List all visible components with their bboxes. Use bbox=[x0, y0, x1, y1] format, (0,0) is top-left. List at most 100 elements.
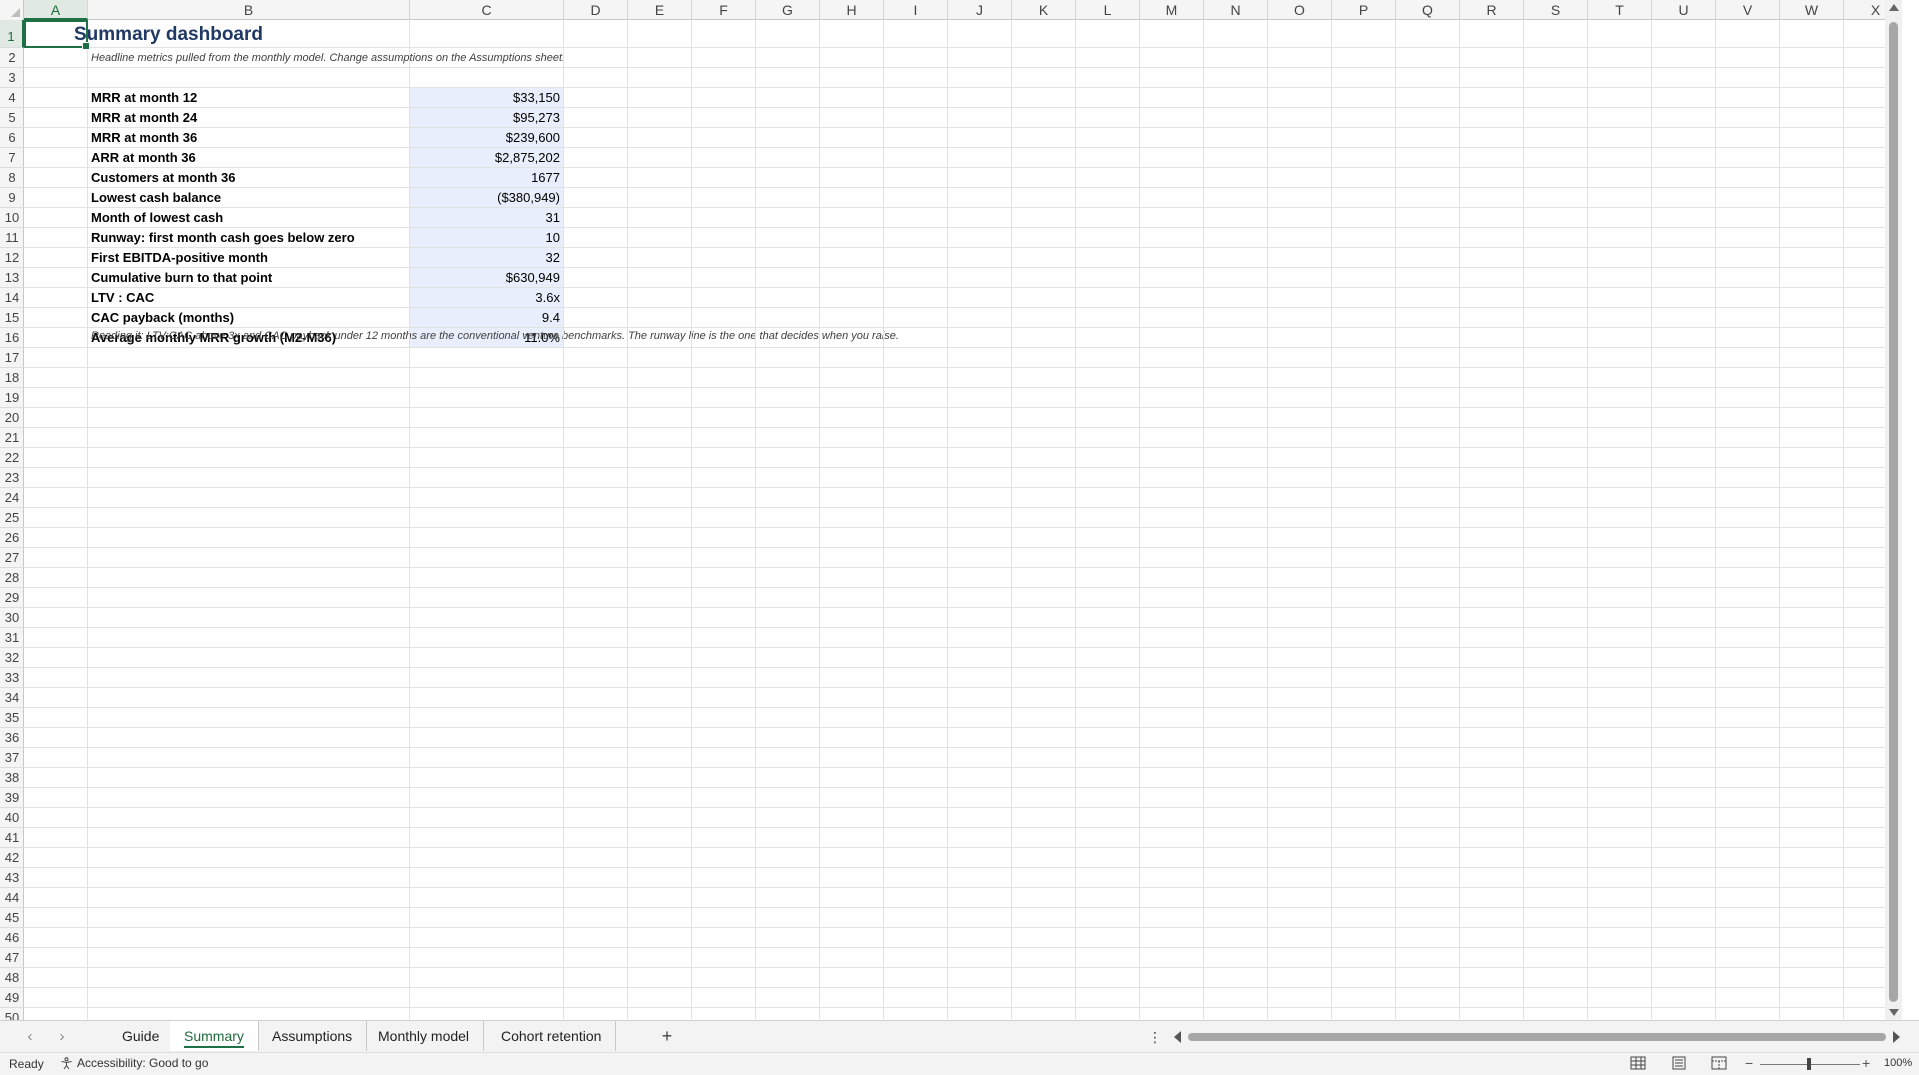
sheet-tab-guide[interactable]: Guide bbox=[108, 1021, 175, 1051]
scroll-down-icon[interactable] bbox=[1889, 1009, 1899, 1016]
metric-value[interactable]: 1677 bbox=[410, 168, 564, 188]
metric-label[interactable]: MRR at month 24 bbox=[91, 108, 197, 128]
scroll-right-icon[interactable] bbox=[1893, 1031, 1900, 1043]
select-all-corner[interactable] bbox=[0, 0, 24, 20]
page-break-view-icon[interactable] bbox=[1711, 1056, 1727, 1071]
column-header-k[interactable]: K bbox=[1012, 0, 1076, 20]
column-header-b[interactable]: B bbox=[88, 0, 410, 20]
vertical-scroll-thumb[interactable] bbox=[1889, 22, 1898, 1002]
normal-view-icon[interactable] bbox=[1630, 1056, 1646, 1071]
row-header-10[interactable]: 10 bbox=[0, 208, 24, 228]
row-header-14[interactable]: 14 bbox=[0, 288, 24, 308]
row-header-11[interactable]: 11 bbox=[0, 228, 24, 248]
metric-value[interactable]: 32 bbox=[410, 248, 564, 268]
row-header-46[interactable]: 46 bbox=[0, 928, 24, 948]
row-header-35[interactable]: 35 bbox=[0, 708, 24, 728]
row-header-18[interactable]: 18 bbox=[0, 368, 24, 388]
page-layout-view-icon[interactable] bbox=[1671, 1056, 1687, 1071]
column-header-t[interactable]: T bbox=[1588, 0, 1652, 20]
metric-label[interactable]: ARR at month 36 bbox=[91, 148, 196, 168]
row-header-40[interactable]: 40 bbox=[0, 808, 24, 828]
column-header-s[interactable]: S bbox=[1524, 0, 1588, 20]
row-header-45[interactable]: 45 bbox=[0, 908, 24, 928]
metric-label[interactable]: Customers at month 36 bbox=[91, 168, 235, 188]
more-options-icon[interactable]: ⋮ bbox=[1148, 1025, 1162, 1049]
row-header-19[interactable]: 19 bbox=[0, 388, 24, 408]
column-header-f[interactable]: F bbox=[692, 0, 756, 20]
row-header-24[interactable]: 24 bbox=[0, 488, 24, 508]
metric-label[interactable]: First EBITDA-positive month bbox=[91, 248, 268, 268]
row-header-44[interactable]: 44 bbox=[0, 888, 24, 908]
accessibility-status[interactable]: Accessibility: Good to go bbox=[60, 1056, 208, 1070]
vertical-scrollbar[interactable] bbox=[1885, 0, 1902, 1020]
metric-value[interactable]: 3.6x bbox=[410, 288, 564, 308]
column-header-o[interactable]: O bbox=[1268, 0, 1332, 20]
row-header-2[interactable]: 2 bbox=[0, 48, 24, 68]
add-sheet-button[interactable]: + bbox=[655, 1023, 679, 1049]
row-header-22[interactable]: 22 bbox=[0, 448, 24, 468]
column-header-v[interactable]: V bbox=[1716, 0, 1780, 20]
row-header-15[interactable]: 15 bbox=[0, 308, 24, 328]
row-header-50[interactable]: 50 bbox=[0, 1008, 24, 1020]
row-header-26[interactable]: 26 bbox=[0, 528, 24, 548]
scroll-left-icon[interactable] bbox=[1174, 1031, 1181, 1043]
zoom-out-button[interactable]: − bbox=[1745, 1055, 1753, 1071]
row-header-47[interactable]: 47 bbox=[0, 948, 24, 968]
column-header-g[interactable]: G bbox=[756, 0, 820, 20]
row-header-32[interactable]: 32 bbox=[0, 648, 24, 668]
sheet-title[interactable]: Summary dashboard bbox=[74, 19, 263, 47]
metric-label[interactable]: MRR at month 12 bbox=[91, 88, 197, 108]
row-header-13[interactable]: 13 bbox=[0, 268, 24, 288]
metric-value[interactable]: $630,949 bbox=[410, 268, 564, 288]
column-header-c[interactable]: C bbox=[410, 0, 564, 20]
sheet-subtitle[interactable]: Headline metrics pulled from the monthly… bbox=[91, 48, 565, 68]
row-header-48[interactable]: 48 bbox=[0, 968, 24, 988]
zoom-slider-thumb[interactable] bbox=[1807, 1058, 1811, 1070]
row-header-12[interactable]: 12 bbox=[0, 248, 24, 268]
horizontal-scroll-thumb[interactable] bbox=[1188, 1033, 1886, 1041]
metric-value[interactable]: $33,150 bbox=[410, 88, 564, 108]
row-header-3[interactable]: 3 bbox=[0, 68, 24, 88]
spreadsheet-grid[interactable]: ABCDEFGHIJKLMNOPQRSTUVWX 1 2 3 4 5 6 7 8 9 10 11 12… bbox=[0, 0, 1902, 1020]
row-header-7[interactable]: 7 bbox=[0, 148, 24, 168]
metric-value[interactable]: 10 bbox=[410, 228, 564, 248]
metric-value[interactable]: 31 bbox=[410, 208, 564, 228]
column-header-r[interactable]: R bbox=[1460, 0, 1524, 20]
metric-label[interactable]: Cumulative burn to that point bbox=[91, 268, 272, 288]
column-header-l[interactable]: L bbox=[1076, 0, 1140, 20]
column-header-a[interactable]: A bbox=[24, 0, 88, 20]
sheet-tab-cohort-retention[interactable]: Cohort retention bbox=[487, 1021, 617, 1051]
column-header-i[interactable]: I bbox=[884, 0, 948, 20]
metric-label[interactable]: LTV : CAC bbox=[91, 288, 154, 308]
row-header-8[interactable]: 8 bbox=[0, 168, 24, 188]
column-header-w[interactable]: W bbox=[1780, 0, 1844, 20]
row-header-39[interactable]: 39 bbox=[0, 788, 24, 808]
scroll-up-icon[interactable] bbox=[1889, 4, 1899, 11]
row-header-34[interactable]: 34 bbox=[0, 688, 24, 708]
column-header-q[interactable]: Q bbox=[1396, 0, 1460, 20]
row-header-21[interactable]: 21 bbox=[0, 428, 24, 448]
row-header-43[interactable]: 43 bbox=[0, 868, 24, 888]
row-header-1[interactable]: 1 bbox=[0, 20, 24, 48]
row-header-30[interactable]: 30 bbox=[0, 608, 24, 628]
row-header-16[interactable]: 16 bbox=[0, 328, 24, 348]
column-header-h[interactable]: H bbox=[820, 0, 884, 20]
sheet-tab-summary[interactable]: Summary bbox=[170, 1021, 259, 1051]
column-header-d[interactable]: D bbox=[564, 0, 628, 20]
row-header-49[interactable]: 49 bbox=[0, 988, 24, 1008]
horizontal-scrollbar[interactable] bbox=[1172, 1029, 1902, 1045]
metric-label[interactable]: CAC payback (months) bbox=[91, 308, 234, 328]
metric-label[interactable]: MRR at month 36 bbox=[91, 128, 197, 148]
row-header-38[interactable]: 38 bbox=[0, 768, 24, 788]
row-header-33[interactable]: 33 bbox=[0, 668, 24, 688]
row-header-29[interactable]: 29 bbox=[0, 588, 24, 608]
sheet-tab-monthly-model[interactable]: Monthly model bbox=[364, 1021, 485, 1051]
metric-value[interactable]: $2,875,202 bbox=[410, 148, 564, 168]
zoom-level[interactable]: 100% bbox=[1884, 1057, 1912, 1069]
row-header-20[interactable]: 20 bbox=[0, 408, 24, 428]
column-header-m[interactable]: M bbox=[1140, 0, 1204, 20]
sheet-tab-assumptions[interactable]: Assumptions bbox=[258, 1021, 368, 1051]
active-cell-selection[interactable] bbox=[24, 20, 90, 50]
metric-value[interactable]: $239,600 bbox=[410, 128, 564, 148]
metric-label[interactable]: Runway: first month cash goes below zero bbox=[91, 228, 355, 248]
